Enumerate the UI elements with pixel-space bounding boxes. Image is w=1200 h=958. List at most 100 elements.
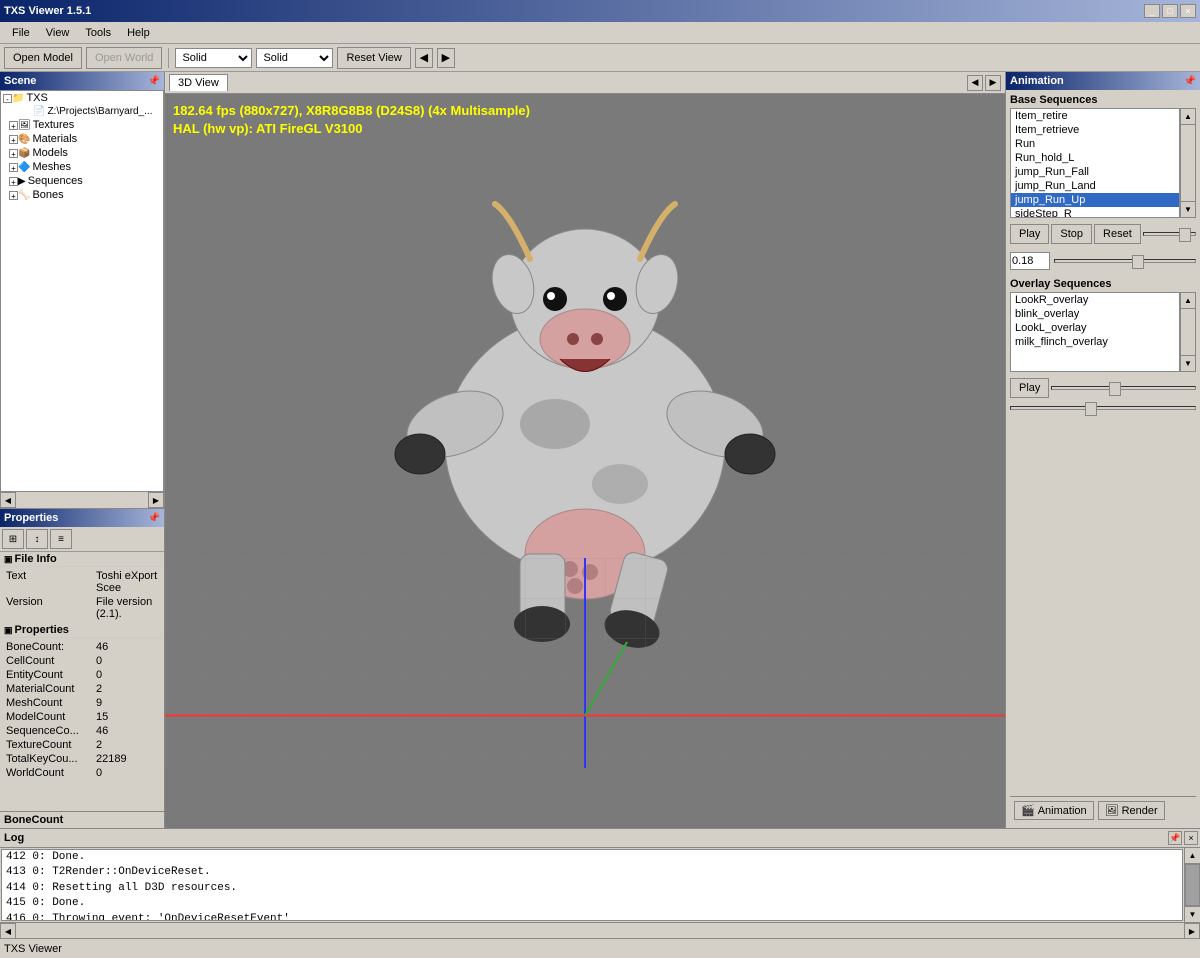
menu-file[interactable]: File xyxy=(4,25,38,41)
expand-models[interactable]: + xyxy=(9,149,18,158)
speed-slider[interactable] xyxy=(1143,232,1196,236)
animation-pin-icon[interactable]: 📌 xyxy=(1184,76,1196,87)
overlay-item-lookl[interactable]: LookL_overlay xyxy=(1011,321,1179,335)
tab-render-btn[interactable]: 🖼 Render xyxy=(1098,801,1165,820)
menu-tools[interactable]: Tools xyxy=(77,25,119,41)
prop-modelcount-label: ModelCount xyxy=(6,711,96,723)
log-scroll-down[interactable]: ▼ xyxy=(1185,906,1200,922)
scroll-left-btn[interactable]: ◀ xyxy=(0,492,16,508)
base-sequences-list[interactable]: Item_retire Item_retrieve Run Run_hold_L… xyxy=(1010,108,1180,218)
properties-pin-icon[interactable]: 📌 xyxy=(148,513,160,524)
anim-item-sidestep-r[interactable]: sideStep_R xyxy=(1011,207,1179,218)
props-btn3[interactable]: ≡ xyxy=(50,529,72,549)
expand-textures[interactable]: + xyxy=(9,121,18,130)
time-slider[interactable] xyxy=(1054,259,1196,263)
speed-slider-thumb[interactable] xyxy=(1179,228,1191,242)
open-model-button[interactable]: Open Model xyxy=(4,47,82,69)
expand-materials[interactable]: + xyxy=(9,135,18,144)
log-hscrollbar[interactable]: ◀ ▶ xyxy=(0,922,1200,938)
tree-item-bones[interactable]: + 🦴 Bones xyxy=(1,188,163,202)
toolbar-icon2[interactable]: ▶ xyxy=(437,48,455,68)
log-close-btn[interactable]: × xyxy=(1184,831,1198,845)
props-btn1[interactable]: ⊞ xyxy=(2,529,24,549)
viewport[interactable]: 182.64 fps (880x727), X8R8G8B8 (D24S8) (… xyxy=(165,94,1005,828)
log-scroll-thumb[interactable] xyxy=(1185,864,1200,906)
tree-item-materials[interactable]: + 🎨 Materials xyxy=(1,132,163,146)
tree-item-textures[interactable]: + 🖼 Textures xyxy=(1,118,163,132)
open-world-button[interactable]: Open World xyxy=(86,47,163,69)
menu-view[interactable]: View xyxy=(38,25,78,41)
log-scroll-up[interactable]: ▲ xyxy=(1185,848,1200,864)
toolbar-icon1[interactable]: ◀ xyxy=(415,48,433,68)
overlay-scroll-up[interactable]: ▲ xyxy=(1181,293,1195,309)
view-next-btn[interactable]: ▶ xyxy=(985,75,1001,91)
overlay-weight-slider[interactable] xyxy=(1010,406,1196,410)
overlay-speed-slider[interactable] xyxy=(1051,386,1196,390)
scroll-track[interactable] xyxy=(16,492,148,508)
time-value-input[interactable]: 0.18 xyxy=(1010,252,1050,270)
scene-tree[interactable]: - 📁 TXS 📄 Z:\Projects\Barnyard_... + 🖼 T… xyxy=(0,90,164,492)
tree-item-meshes[interactable]: + 🔷 Meshes xyxy=(1,160,163,174)
tree-item-sequences[interactable]: + ▶ Sequences xyxy=(1,174,163,188)
file-info-collapse[interactable]: ▣ xyxy=(4,554,13,565)
view-prev-btn[interactable]: ◀ xyxy=(967,75,983,91)
tree-item-path[interactable]: 📄 Z:\Projects\Barnyard_... xyxy=(1,105,163,118)
anim-item-jump-run-up[interactable]: jump_Run_Up xyxy=(1011,193,1179,207)
log-scrollbar[interactable]: ▲ ▼ xyxy=(1184,848,1200,922)
time-slider-thumb[interactable] xyxy=(1132,255,1144,269)
overlay-item-milk-flinch[interactable]: milk_flinch_overlay xyxy=(1011,335,1179,349)
log-pin-btn[interactable]: 📌 xyxy=(1168,831,1182,845)
stop-button[interactable]: Stop xyxy=(1051,224,1092,244)
props-collapse[interactable]: ▣ xyxy=(4,625,13,636)
shading-select[interactable]: Solid Wireframe Points xyxy=(175,48,252,68)
scene-pin-icon[interactable]: 📌 xyxy=(148,76,160,87)
anim-item-jump-run-land[interactable]: jump_Run_Land xyxy=(1011,179,1179,193)
overlay-play-button[interactable]: Play xyxy=(1010,378,1049,398)
reset-button[interactable]: Reset xyxy=(1094,224,1141,244)
scroll-down-btn[interactable]: ▼ xyxy=(1181,201,1195,217)
anim-item-retire[interactable]: Item_retire xyxy=(1011,109,1179,123)
tree-item-models[interactable]: + 📦 Models xyxy=(1,146,163,160)
base-seq-scrollbar[interactable]: ▲ ▼ xyxy=(1180,108,1196,218)
anim-item-retrieve[interactable]: Item_retrieve xyxy=(1011,123,1179,137)
txs-icon: 📁 xyxy=(12,93,24,104)
overlay-speed-thumb[interactable] xyxy=(1109,382,1121,396)
anim-item-jump-run-fall[interactable]: jump_Run_Fall xyxy=(1011,165,1179,179)
minimize-button[interactable]: _ xyxy=(1144,4,1160,18)
window-controls[interactable]: _ □ × xyxy=(1144,4,1196,18)
expand-txs[interactable]: - xyxy=(3,94,12,103)
props-btn2[interactable]: ↕ xyxy=(26,529,48,549)
anim-item-run-hold-l[interactable]: Run_hold_L xyxy=(1011,151,1179,165)
shading2-select[interactable]: Solid Wireframe xyxy=(256,48,333,68)
close-button[interactable]: × xyxy=(1180,4,1196,18)
viewport-info-line1: 182.64 fps (880x727), X8R8G8B8 (D24S8) (… xyxy=(173,102,530,120)
overlay-scroll-down[interactable]: ▼ xyxy=(1181,355,1195,371)
log-hscroll-left[interactable]: ◀ xyxy=(0,923,16,939)
maximize-button[interactable]: □ xyxy=(1162,4,1178,18)
log-content[interactable]: 412 0: Done. 413 0: T2Render::OnDeviceRe… xyxy=(1,849,1183,921)
overlay-sequences-list[interactable]: LookR_overlay blink_overlay LookL_overla… xyxy=(1010,292,1180,372)
toolbar-separator xyxy=(168,48,169,68)
expand-bones[interactable]: + xyxy=(9,191,18,200)
file-info-section[interactable]: ▣ File Info xyxy=(0,552,164,567)
reset-view-button[interactable]: Reset View xyxy=(337,47,410,69)
overlay-item-lookr[interactable]: LookR_overlay xyxy=(1011,293,1179,307)
log-hscroll-right[interactable]: ▶ xyxy=(1184,923,1200,939)
overlay-item-blink[interactable]: blink_overlay xyxy=(1011,307,1179,321)
view-tab-3d[interactable]: 3D View xyxy=(169,74,228,91)
tree-hscroll[interactable]: ◀ ▶ xyxy=(0,492,164,508)
tab-animation-btn[interactable]: 🎬 Animation xyxy=(1014,801,1094,820)
anim-item-run[interactable]: Run xyxy=(1011,137,1179,151)
scroll-thumb-base xyxy=(1181,125,1195,201)
prop-materialcount-value: 2 xyxy=(96,683,158,695)
menu-help[interactable]: Help xyxy=(119,25,158,41)
play-button[interactable]: Play xyxy=(1010,224,1049,244)
scroll-right-btn[interactable]: ▶ xyxy=(148,492,164,508)
scroll-up-btn[interactable]: ▲ xyxy=(1181,109,1195,125)
overlay-scrollbar[interactable]: ▲ ▼ xyxy=(1180,292,1196,372)
tree-item-txs[interactable]: - 📁 TXS xyxy=(1,91,163,105)
expand-sequences[interactable]: + xyxy=(9,177,18,186)
overlay-weight-thumb[interactable] xyxy=(1085,402,1097,416)
expand-meshes[interactable]: + xyxy=(9,163,18,172)
properties-section[interactable]: ▣ Properties xyxy=(0,623,164,638)
